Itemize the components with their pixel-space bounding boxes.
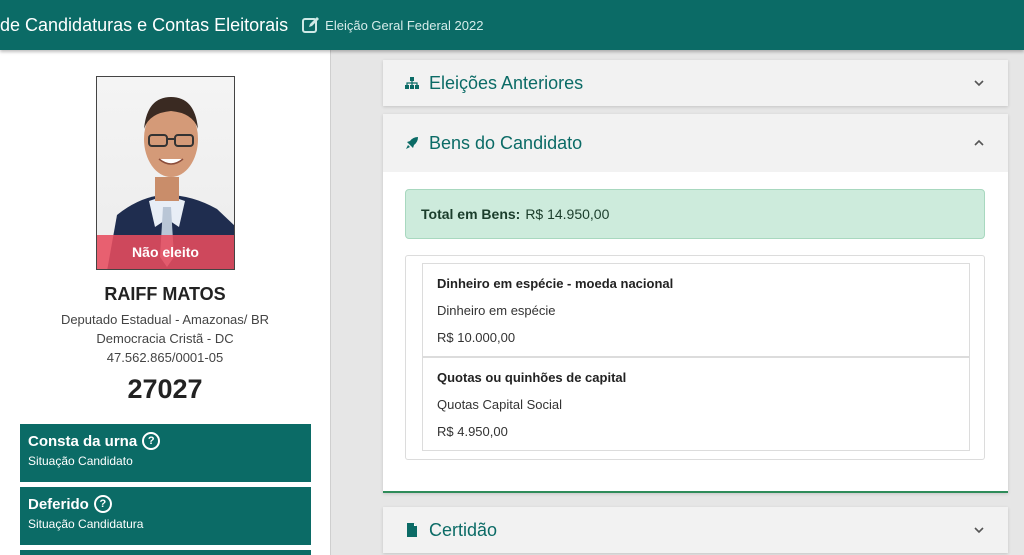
candidate-sidebar: Não eleito RAIFF MATOS Deputado Estadual… bbox=[0, 50, 330, 555]
help-icon[interactable]: ? bbox=[93, 495, 112, 513]
chevron-down-icon[interactable] bbox=[972, 76, 986, 90]
asset-description: Quotas Capital Social bbox=[437, 397, 563, 412]
help-icon[interactable]: ? bbox=[142, 432, 161, 450]
status-title: Consta da urna bbox=[28, 432, 138, 450]
panel-title: Bens do Candidato bbox=[429, 132, 583, 153]
previous-elections-header[interactable]: Eleições Anteriores bbox=[383, 60, 1008, 106]
assets-list: Dinheiro em espécie - moeda nacional Din… bbox=[405, 255, 985, 460]
chevron-down-icon[interactable] bbox=[972, 523, 986, 537]
candidate-photo: Não eleito bbox=[96, 76, 235, 270]
file-icon bbox=[405, 523, 419, 537]
asset-value: R$ 4.950,00 bbox=[437, 424, 508, 439]
total-assets-box: Total em Bens: R$ 14.950,00 bbox=[405, 189, 985, 239]
total-assets-value: R$ 14.950,00 bbox=[525, 206, 610, 222]
election-result-badge: Não eleito bbox=[97, 235, 234, 269]
candidate-cnpj: 47.562.865/0001-05 bbox=[106, 350, 224, 365]
assets-panel: Bens do Candidato Total em Bens: R$ 14.9… bbox=[383, 114, 1008, 493]
rocket-icon bbox=[405, 136, 419, 150]
certificate-header[interactable]: Certidão bbox=[383, 507, 1008, 553]
previous-elections-panel[interactable]: Eleições Anteriores bbox=[383, 60, 1008, 106]
panel-title: Eleições Anteriores bbox=[429, 72, 584, 93]
edit-icon[interactable] bbox=[302, 16, 320, 34]
asset-item: Quotas ou quinhões de capital Quotas Cap… bbox=[422, 357, 970, 451]
page-title: de Candidaturas e Contas Eleitorais bbox=[0, 14, 289, 35]
column-divider bbox=[330, 50, 354, 555]
status-title: Deferido bbox=[28, 495, 89, 513]
asset-title: Dinheiro em espécie - moeda nacional bbox=[437, 276, 674, 291]
candidate-number: 27027 bbox=[127, 374, 203, 404]
candidate-party: Democracia Cristã - DC bbox=[96, 331, 234, 346]
assets-header[interactable]: Bens do Candidato bbox=[383, 114, 1008, 172]
asset-title: Quotas ou quinhões de capital bbox=[437, 370, 627, 385]
candidate-name: RAIFF MATOS bbox=[104, 284, 226, 304]
certificate-panel[interactable]: Certidão bbox=[383, 507, 1008, 553]
top-bar: de Candidaturas e Contas Eleitorais Elei… bbox=[0, 0, 1024, 50]
chevron-up-icon[interactable] bbox=[972, 136, 986, 150]
status-candidacy-box: Deferido ? Situação Candidatura bbox=[20, 487, 311, 545]
status-candidate-box: Consta da urna ? Situação Candidato bbox=[20, 424, 311, 482]
status-box-partial bbox=[20, 550, 311, 555]
asset-item: Dinheiro em espécie - moeda nacional Din… bbox=[422, 263, 970, 357]
sitemap-icon bbox=[405, 76, 419, 90]
status-subtitle: Situação Candidatura bbox=[28, 517, 144, 531]
asset-description: Dinheiro em espécie bbox=[437, 303, 556, 318]
status-subtitle: Situação Candidato bbox=[28, 454, 133, 468]
asset-value: R$ 10.000,00 bbox=[437, 330, 516, 345]
panel-title: Certidão bbox=[429, 519, 498, 540]
election-label[interactable]: Eleição Geral Federal 2022 bbox=[325, 18, 483, 33]
total-assets-label: Total em Bens: bbox=[421, 206, 521, 222]
candidate-office: Deputado Estadual - Amazonas/ BR bbox=[60, 312, 270, 327]
